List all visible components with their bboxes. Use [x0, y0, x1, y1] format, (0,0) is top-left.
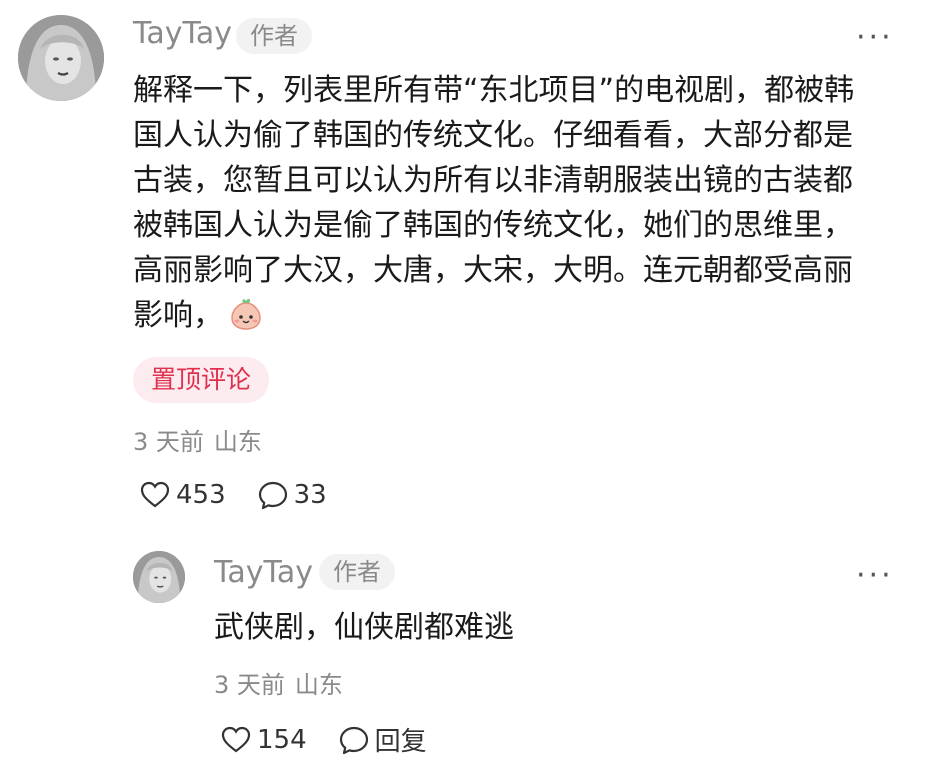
like-count: 154 [257, 724, 307, 755]
comment-time: 3 天前 [214, 671, 285, 699]
user-name[interactable]: TayTay [214, 555, 313, 591]
comment-meta: 3 天前 山东 [214, 670, 343, 700]
like-count: 453 [176, 480, 226, 510]
user-name[interactable]: TayTay [133, 16, 232, 52]
comment-line: 古装，您暂且可以认为所有以非清朝服装出镜的古装都 [133, 163, 853, 198]
comment-location: 山东 [213, 428, 262, 456]
comment-actions: 453 33 [138, 478, 357, 512]
author-tag: 作者 [319, 554, 395, 590]
comment-bubble-icon [258, 481, 287, 510]
comment-bubble-icon [339, 726, 368, 754]
like-button[interactable]: 154 [219, 723, 307, 757]
portrait-avatar-image [133, 551, 185, 603]
comment-location: 山东 [294, 671, 343, 699]
heart-icon [140, 481, 170, 508]
pinned-comment-badge: 置顶评论 [133, 357, 270, 403]
comment-text: 解释一下，列表里所有带“东北项目”的电视剧，都被韩 国人认为偷了韩国的传统文化。… [133, 68, 903, 338]
reply-label: 回复 [374, 727, 427, 757]
smile-peach-emoji-icon [231, 298, 261, 330]
avatar[interactable] [18, 15, 104, 101]
comment-line: 解释一下，列表里所有带“东北项目”的电视剧，都被韩 [133, 73, 855, 108]
more-options-icon[interactable]: ··· [856, 23, 894, 53]
reply-count: 33 [293, 480, 327, 510]
avatar[interactable] [133, 551, 185, 603]
comment-line-last: 影响， [133, 293, 903, 338]
like-button[interactable]: 453 [138, 478, 226, 512]
reply-count-button[interactable]: 33 [256, 478, 327, 512]
comment-meta: 3 天前 山东 [133, 427, 262, 457]
comment-line: 高丽影响了大汉，大唐，大宋，大明。连元朝都受高丽 [133, 253, 853, 288]
heart-icon [221, 726, 251, 752]
reply-button[interactable]: 回复 [337, 721, 427, 758]
more-options-icon[interactable]: ··· [856, 561, 894, 591]
portrait-avatar-image [18, 15, 104, 101]
comment-time: 3 天前 [133, 428, 204, 456]
comment-line: 被韩国人认为是偷了韩国的传统文化，她们的思维里， [133, 208, 853, 243]
comment-actions: 154 回复 [219, 721, 457, 758]
comment-line: 影响， [133, 298, 223, 333]
reply-text: 武侠剧，仙侠剧都难逃 [214, 610, 514, 645]
author-tag: 作者 [236, 18, 312, 54]
comment-line: 国人认为偷了韩国的传统文化。仔细看看，大部分都是 [133, 118, 853, 153]
